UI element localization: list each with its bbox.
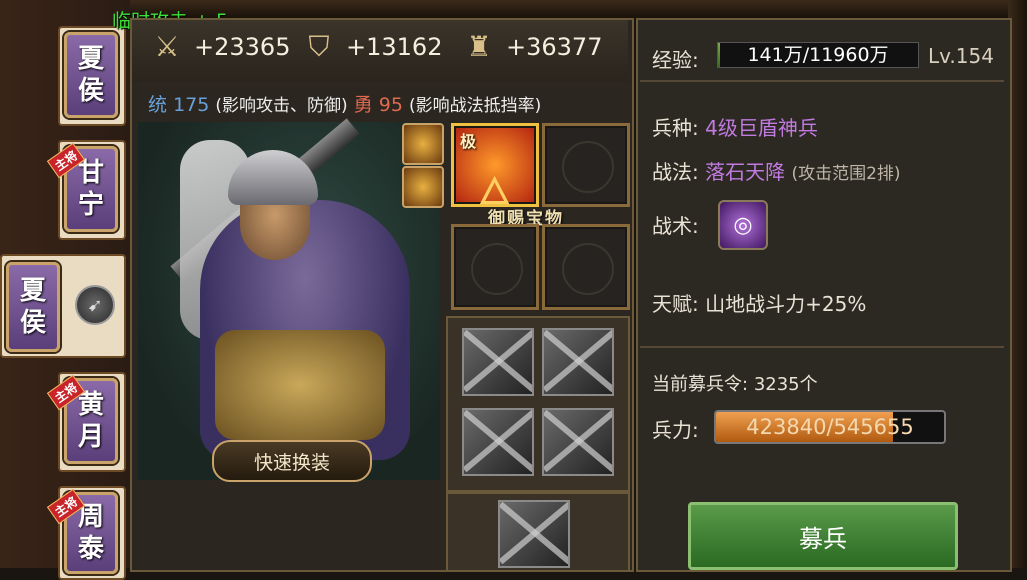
locked-equipment-slot[interactable] bbox=[462, 328, 534, 396]
tab-char: 夏 bbox=[77, 44, 104, 74]
tactic-note: (攻击范围2排) bbox=[791, 164, 901, 184]
defense-shield-icon: ⛉ bbox=[308, 30, 330, 63]
divider bbox=[640, 80, 1004, 82]
troops-bar: 423840/545655 bbox=[714, 410, 946, 444]
yong-label: 勇 bbox=[353, 94, 373, 116]
hp-helmet-icon: ♜ bbox=[466, 30, 492, 63]
attribute-line: 统 175 (影响攻击、防御) 勇 95 (影响战法抵挡率) bbox=[148, 90, 541, 117]
tactic-value: 落石天降 bbox=[705, 160, 786, 184]
medal-icon[interactable] bbox=[402, 123, 444, 165]
tong-value: 175 bbox=[173, 94, 210, 116]
troops-label: 兵力: bbox=[652, 418, 699, 442]
tab-general-3-selected[interactable]: 夏 侯 bbox=[6, 262, 60, 352]
treasure-slot-empty[interactable] bbox=[451, 224, 539, 310]
troop-type-label: 兵种: bbox=[652, 116, 699, 140]
quick-equip-button[interactable]: 快速换装 bbox=[212, 440, 372, 482]
top-border bbox=[130, 0, 1027, 18]
hero-armor-art bbox=[215, 330, 385, 440]
compass-icon[interactable]: ➹ bbox=[75, 285, 115, 325]
tab-char: 泰 bbox=[77, 534, 104, 564]
tab-char: 侯 bbox=[19, 308, 46, 338]
level: Lv.154 bbox=[928, 44, 994, 68]
exp-value: 141万/11960万 bbox=[747, 44, 889, 66]
tactic-label: 战法: bbox=[652, 160, 699, 184]
treasure-slot-empty[interactable] bbox=[542, 224, 630, 310]
recruit-order-label: 当前募兵令: bbox=[652, 374, 749, 395]
recruit-button[interactable]: 募兵 bbox=[688, 502, 958, 570]
divider bbox=[640, 346, 1004, 348]
tab-char: 月 bbox=[77, 422, 104, 452]
talent-row: 天赋: 山地战斗力+25% bbox=[652, 288, 866, 317]
tab-char: 宁 bbox=[77, 190, 104, 220]
exp-bar: 141万/11960万 bbox=[717, 42, 919, 68]
treasure-grade: 极 bbox=[460, 132, 477, 151]
art-label: 战术: bbox=[652, 214, 699, 238]
talent-value: 山地战斗力+25% bbox=[705, 292, 867, 316]
locked-equipment-slot[interactable] bbox=[462, 408, 534, 476]
troop-type-value: 4级巨盾神兵 bbox=[705, 116, 818, 140]
defense-value: +13162 bbox=[346, 33, 443, 61]
troop-type-row: 兵种: 4级巨盾神兵 bbox=[652, 112, 818, 141]
recruit-order-row: 当前募兵令: 3235个 bbox=[652, 370, 818, 396]
treasure-slot-empty[interactable] bbox=[542, 123, 630, 207]
locked-equipment-slot[interactable] bbox=[498, 500, 570, 568]
locked-equipment-slot[interactable] bbox=[542, 328, 614, 396]
yong-desc: (影响战法抵挡率) bbox=[408, 96, 542, 116]
exp-label: 经验: bbox=[652, 48, 699, 72]
troops-value: 423840/545655 bbox=[746, 415, 914, 439]
recruit-order-value: 3235个 bbox=[753, 374, 818, 395]
tactic-orb-icon[interactable]: ◎ bbox=[718, 200, 768, 250]
medal-icon[interactable] bbox=[402, 166, 444, 208]
attack-icon: ⚔ bbox=[154, 30, 180, 63]
tab-char: 侯 bbox=[77, 76, 104, 106]
tab-general-1[interactable]: 夏 侯 bbox=[64, 32, 118, 118]
locked-equipment-slot[interactable] bbox=[542, 408, 614, 476]
tong-desc: (影响攻击、防御) bbox=[215, 96, 348, 116]
talent-label: 天赋: bbox=[652, 292, 699, 316]
yong-value: 95 bbox=[378, 94, 403, 116]
tactic-row: 战法: 落石天降 (攻击范围2排) bbox=[652, 156, 901, 185]
tab-char: 夏 bbox=[19, 276, 46, 306]
hp-value: +36377 bbox=[506, 33, 603, 61]
attack-value: +23365 bbox=[194, 33, 291, 61]
tong-label: 统 bbox=[148, 94, 168, 116]
